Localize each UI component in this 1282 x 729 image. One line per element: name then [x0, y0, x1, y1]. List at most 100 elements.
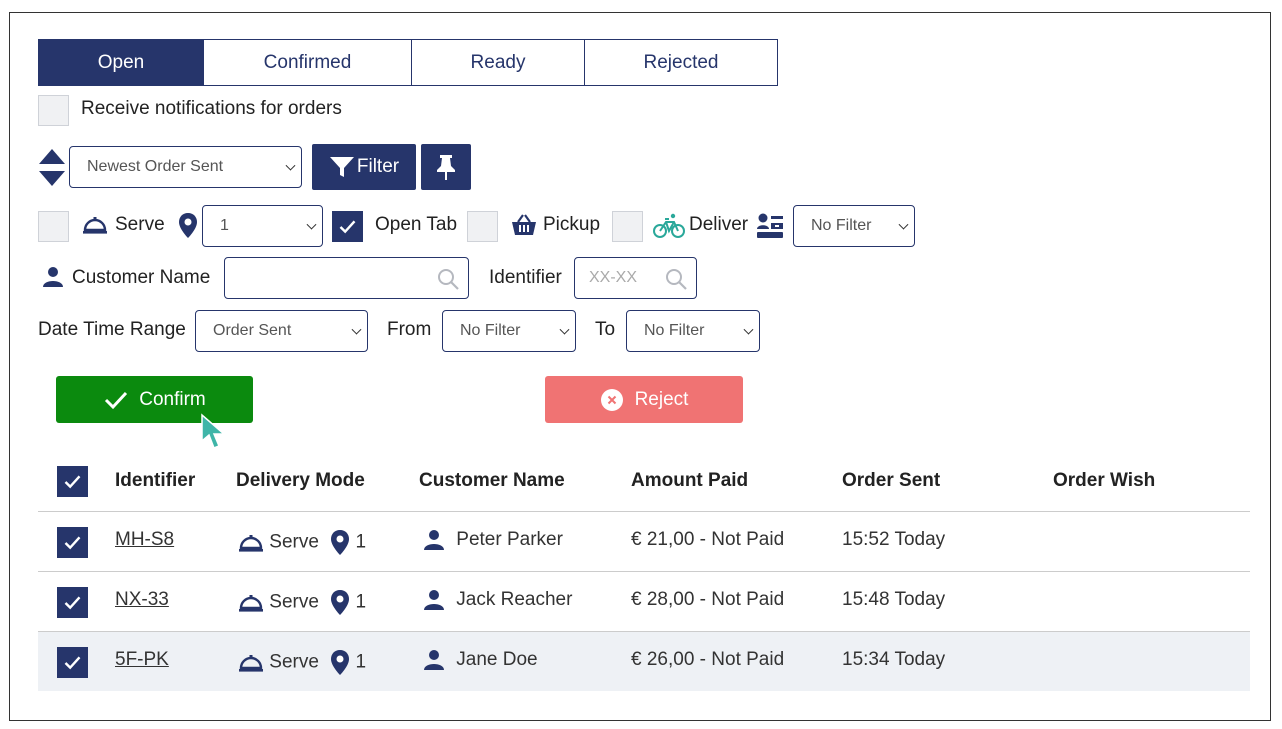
- filter-icon: [329, 157, 354, 177]
- table-row[interactable]: 5F-PK Serve 1 Jane Doe € 26,00 - Not Pai…: [38, 631, 1250, 691]
- to-select[interactable]: No Filter: [626, 310, 760, 352]
- amount-paid-cell: € 21,00 - Not Paid: [631, 529, 785, 550]
- pickup-label: Pickup: [543, 214, 601, 235]
- from-select[interactable]: No Filter: [442, 310, 576, 352]
- tab-open[interactable]: Open: [38, 39, 204, 86]
- courier-filter-icon: [757, 213, 783, 238]
- customer-name: Jack Reacher: [456, 589, 573, 611]
- table-select[interactable]: 1: [202, 205, 323, 247]
- serve-cloche-icon: [83, 217, 107, 234]
- header-delivery-mode[interactable]: Delivery Mode: [236, 470, 365, 492]
- reject-button-label: Reject: [634, 388, 689, 410]
- customer-name: Peter Parker: [456, 529, 563, 551]
- from-value: No Filter: [460, 322, 521, 339]
- serve-checkbox[interactable]: [38, 211, 69, 242]
- identifier-input[interactable]: XX-XX: [574, 257, 697, 299]
- confirm-button-label: Confirm: [139, 388, 206, 410]
- table-number: 1: [355, 531, 367, 553]
- amount-paid-cell: € 28,00 - Not Paid: [631, 589, 785, 610]
- notifications-checkbox[interactable]: [38, 95, 69, 126]
- user-icon: [424, 590, 444, 610]
- delivery-mode-label: Serve: [269, 531, 319, 553]
- header-amount-paid[interactable]: Amount Paid: [631, 470, 748, 492]
- user-icon: [43, 267, 63, 287]
- table-row[interactable]: NX-33 Serve 1 Jack Reacher € 28,00 - Not…: [38, 571, 1250, 631]
- row-checkbox[interactable]: [57, 527, 88, 558]
- reject-button[interactable]: Reject: [545, 376, 743, 423]
- delivery-mode-cell: Serve 1: [238, 529, 366, 556]
- courier-filter-select[interactable]: No Filter: [793, 205, 915, 247]
- open-tab-checkbox[interactable]: [332, 211, 363, 242]
- sort-direction-icon[interactable]: [38, 148, 66, 187]
- notifications-label: Receive notifications for orders: [81, 98, 342, 119]
- identifier-label: Identifier: [489, 267, 562, 288]
- header-identifier[interactable]: Identifier: [115, 470, 195, 492]
- order-identifier-link[interactable]: 5F-PK: [115, 649, 169, 671]
- tab-confirmed[interactable]: Confirmed: [203, 39, 412, 86]
- row-checkbox[interactable]: [57, 647, 88, 678]
- order-identifier-link[interactable]: NX-33: [115, 589, 169, 611]
- filter-button[interactable]: Filter: [312, 144, 416, 190]
- sort-select-value: Newest Order Sent: [87, 158, 224, 175]
- table-location-icon: [331, 530, 350, 555]
- pin-button[interactable]: [421, 144, 471, 190]
- open-tab-label: Open Tab: [375, 214, 458, 235]
- filter-button-label: Filter: [356, 156, 400, 177]
- order-sent-cell: 15:48 Today: [842, 589, 946, 610]
- user-icon: [424, 530, 444, 550]
- customer-name-input[interactable]: [224, 257, 469, 299]
- customer-name-label: Customer Name: [72, 267, 211, 288]
- serve-cloche-icon: [239, 654, 263, 672]
- date-type-value: Order Sent: [213, 322, 292, 339]
- table-row[interactable]: MH-S8 Serve 1 Peter Parker € 21,00 - Not…: [38, 511, 1250, 571]
- pickup-checkbox[interactable]: [467, 211, 498, 242]
- order-sent-cell: 15:52 Today: [842, 529, 946, 550]
- to-value: No Filter: [644, 322, 705, 339]
- table-select-value: 1: [220, 217, 229, 234]
- from-label: From: [387, 319, 432, 340]
- table-number: 1: [355, 651, 367, 673]
- to-label: To: [595, 319, 616, 340]
- delivery-mode-cell: Serve 1: [238, 649, 366, 676]
- header-customer-name[interactable]: Customer Name: [419, 470, 565, 492]
- order-sent-cell: 15:34 Today: [842, 649, 946, 670]
- header-order-wish[interactable]: Order Wish: [1053, 470, 1155, 492]
- courier-filter-value: No Filter: [811, 217, 872, 234]
- customer-cell: Jane Doe: [423, 649, 538, 671]
- sort-select[interactable]: Newest Order Sent: [69, 146, 302, 188]
- table-number: 1: [355, 591, 367, 613]
- delivery-mode-label: Serve: [269, 591, 319, 613]
- search-icon: [438, 269, 459, 290]
- table-location-icon: [179, 213, 197, 238]
- table-location-icon: [331, 650, 350, 675]
- serve-cloche-icon: [239, 594, 263, 612]
- search-icon: [666, 269, 687, 290]
- customer-name: Jane Doe: [456, 649, 538, 671]
- order-identifier-link[interactable]: MH-S8: [115, 529, 174, 551]
- status-tabs: Open Confirmed Ready Rejected: [38, 39, 778, 86]
- pin-icon: [437, 155, 455, 180]
- amount-paid-cell: € 26,00 - Not Paid: [631, 649, 785, 670]
- customer-cell: Peter Parker: [423, 529, 563, 551]
- user-icon: [424, 650, 444, 670]
- checkmark-icon: [105, 391, 128, 409]
- tab-ready[interactable]: Ready: [411, 39, 585, 86]
- deliver-checkbox[interactable]: [612, 211, 643, 242]
- serve-label: Serve: [115, 214, 165, 235]
- row-checkbox[interactable]: [57, 587, 88, 618]
- date-range-label: Date Time Range: [38, 319, 186, 340]
- bicycle-icon: [653, 213, 685, 238]
- select-all-checkbox[interactable]: [57, 466, 88, 497]
- tab-rejected[interactable]: Rejected: [584, 39, 778, 86]
- delivery-mode-cell: Serve 1: [238, 589, 366, 616]
- header-order-sent[interactable]: Order Sent: [842, 470, 940, 492]
- close-circle-icon: [600, 388, 623, 411]
- serve-cloche-icon: [239, 534, 263, 552]
- date-type-select[interactable]: Order Sent: [195, 310, 368, 352]
- customer-cell: Jack Reacher: [423, 589, 572, 611]
- delivery-mode-label: Serve: [269, 651, 319, 673]
- pickup-basket-icon: [512, 214, 536, 235]
- table-location-icon: [331, 590, 350, 615]
- identifier-placeholder: XX-XX: [589, 269, 638, 286]
- mouse-cursor-icon: [201, 413, 227, 449]
